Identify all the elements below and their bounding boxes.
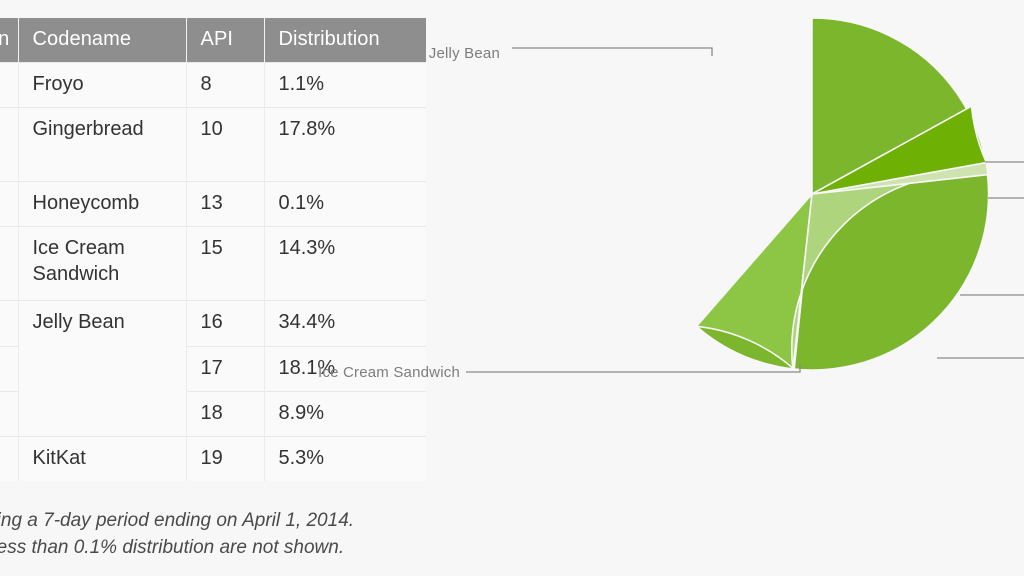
pie-label-ice-cream-sandwich: Ice Cream Sandwich bbox=[318, 364, 460, 381]
table-row: 4.1.x Jelly Bean 16 34.4% bbox=[0, 300, 426, 347]
table-row: 4.3 18 8.9% bbox=[0, 390, 426, 437]
pie-label-jelly-bean: Jelly Bean bbox=[428, 45, 500, 62]
cell-codename: Gingerbread bbox=[18, 107, 187, 182]
cell-api: 13 bbox=[186, 181, 265, 227]
cell-version: 2.2 bbox=[0, 61, 19, 108]
pie-chart-svg bbox=[466, 17, 1024, 373]
cell-codename: Jelly Bean bbox=[18, 300, 187, 347]
cell-version: 2.3.3 - bbox=[0, 107, 19, 182]
cell-distribution: 17.8% bbox=[264, 107, 426, 182]
cell-codename bbox=[18, 391, 187, 437]
table-row: 4.4 KitKat 19 5.3% bbox=[0, 435, 426, 482]
cell-version: 4.0.3 - bbox=[0, 226, 19, 301]
footnote: cted during a 7-day period ending on Apr… bbox=[0, 508, 568, 562]
footnote-line-2: ns with less than 0.1% distribution are … bbox=[0, 536, 345, 558]
cell-api: 16 bbox=[186, 300, 265, 347]
cell-distribution: 0.1% bbox=[264, 181, 426, 227]
cell-api: 8 bbox=[186, 61, 265, 108]
cell-distribution: 8.9% bbox=[264, 390, 426, 437]
cell-version: 4.1.x bbox=[0, 300, 19, 347]
cell-api: 19 bbox=[186, 435, 265, 482]
table-row: 3.2 Honeycomb 13 0.1% bbox=[0, 181, 426, 227]
cell-version: 3.2 bbox=[0, 181, 19, 227]
table-body: 2.2 Froyo 8 1.1% 2.3.3 - Gingerbread 10 … bbox=[0, 61, 426, 482]
table-row: 4.0.3 - Ice Cream Sandwich 15 14.3% bbox=[0, 226, 426, 301]
distribution-pie-chart: Jelly Bean Kit Fro Gi Ho Ice Cream Sandw… bbox=[318, 0, 1024, 420]
cell-api: 15 bbox=[186, 226, 265, 301]
cell-distribution: 14.3% bbox=[264, 226, 426, 301]
cell-distribution: 5.3% bbox=[264, 435, 426, 482]
leader-line-ice-cream-sandwich bbox=[466, 364, 801, 373]
cell-distribution: 34.4% bbox=[264, 300, 426, 347]
table-row: 2.3.3 - Gingerbread 10 17.8% bbox=[0, 107, 426, 182]
cell-version: 4.4 bbox=[0, 435, 19, 482]
platform-versions-table: Version Codename API Distribution 2.2 Fr… bbox=[0, 18, 426, 482]
leader-line-jelly-bean bbox=[512, 47, 713, 56]
cell-codename: Honeycomb bbox=[18, 181, 187, 227]
cell-codename: KitKat bbox=[18, 435, 187, 482]
cell-version: 4.2.x bbox=[0, 345, 19, 392]
cell-api: 18 bbox=[186, 390, 265, 437]
cell-distribution: 1.1% bbox=[264, 61, 426, 108]
platform-versions-table-container: Version Codename API Distribution 2.2 Fr… bbox=[0, 18, 426, 482]
cell-api: 10 bbox=[186, 107, 265, 182]
cell-codename: Froyo bbox=[18, 61, 187, 108]
dashboard-page: Version Codename API Distribution 2.2 Fr… bbox=[0, 0, 1024, 576]
column-header-version: Version bbox=[0, 18, 19, 63]
cell-version: 4.3 bbox=[0, 390, 19, 437]
table-row: 2.2 Froyo 8 1.1% bbox=[0, 61, 426, 108]
cell-codename: Ice Cream Sandwich bbox=[18, 226, 187, 301]
footnote-line-1: cted during a 7-day period ending on Apr… bbox=[0, 510, 355, 531]
